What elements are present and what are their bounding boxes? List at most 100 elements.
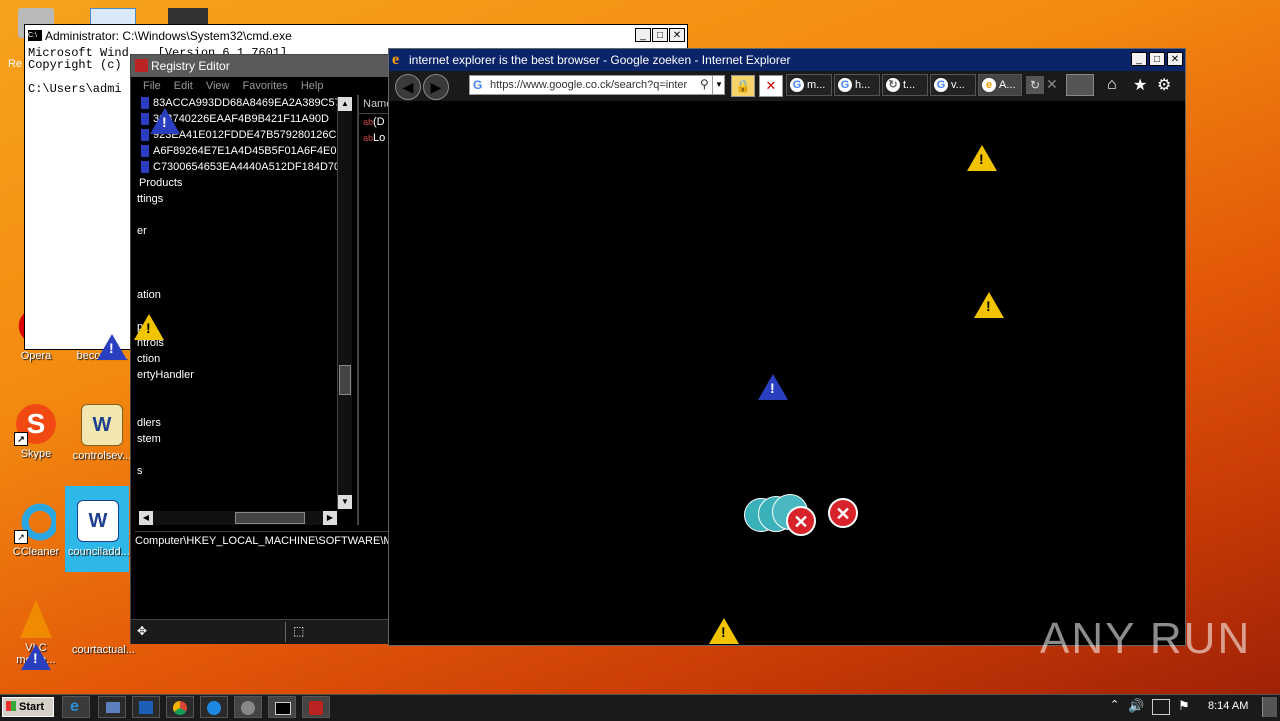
menu-view[interactable]: View — [206, 80, 230, 92]
address-text[interactable]: https://www.google.co.ck/search?q=inter — [490, 79, 698, 91]
tree-item[interactable] — [137, 207, 349, 223]
tree-item[interactable]: ntrols — [137, 335, 349, 351]
taskbar-app-button[interactable] — [200, 696, 228, 718]
tree-key[interactable]: A6F89264E7E1A4D45B5F01A6F4E08 — [137, 143, 349, 159]
scroll-right-button[interactable]: ▶ — [323, 511, 337, 525]
tree-item[interactable]: stem — [137, 431, 349, 447]
ie-content[interactable] — [389, 101, 1185, 645]
tree-item[interactable]: ttings — [137, 191, 349, 207]
desktop-icon-ccleaner[interactable]: ↗ CCleaner — [6, 502, 66, 558]
taskbar-ie-button[interactable]: e — [62, 696, 90, 718]
tree-key[interactable]: C7300654653EA4440A512DF184D70 — [137, 159, 349, 175]
tree-vertical-scrollbar[interactable]: ▲ ▼ — [337, 97, 352, 509]
desktop-icon-skype[interactable]: S ↗ Skype — [6, 404, 66, 460]
menu-favorites[interactable]: Favorites — [243, 80, 288, 92]
tree-item[interactable] — [137, 383, 349, 399]
show-desktop-button[interactable] — [1262, 697, 1277, 717]
browser-tab[interactable]: Gm... — [786, 74, 832, 96]
tree-item[interactable]: er — [137, 223, 349, 239]
home-icon[interactable]: ⌂ — [1107, 76, 1117, 94]
minimize-button[interactable]: _ — [635, 28, 651, 42]
tree-item[interactable] — [137, 271, 349, 287]
info-icon: ! — [758, 374, 788, 400]
taskbar-cmd-button[interactable] — [268, 696, 296, 718]
regedit-title: Registry Editor — [151, 59, 230, 73]
folder-icon — [106, 702, 120, 713]
cmd-titlebar[interactable]: C:\ Administrator: C:\Windows\System32\c… — [25, 25, 687, 47]
stop-button[interactable]: ✕ — [759, 75, 783, 97]
menu-edit[interactable]: Edit — [174, 80, 193, 92]
ie-titlebar[interactable]: e internet explorer is the best browser … — [389, 49, 1185, 71]
browser-tab-active[interactable]: e A... — [978, 74, 1022, 96]
taskbar-app-button[interactable] — [234, 696, 262, 718]
settings-gear-icon[interactable]: ⚙ — [1157, 75, 1171, 95]
new-tab-button[interactable] — [1066, 74, 1094, 96]
back-button[interactable]: ◀ — [395, 74, 421, 100]
volume-icon[interactable]: 🔊 — [1128, 698, 1144, 714]
browser-tab[interactable]: Gv... — [930, 74, 976, 96]
tree-item[interactable]: ation — [137, 287, 349, 303]
browser-tab[interactable]: Gh... — [834, 74, 880, 96]
maximize-button[interactable]: □ — [652, 28, 668, 42]
browser-tab[interactable]: ↻ t... — [882, 74, 928, 96]
close-button[interactable]: ✕ — [1167, 52, 1183, 66]
tree-item[interactable] — [137, 303, 349, 319]
cmd-icon — [275, 702, 291, 715]
ie-logo-icon: e — [392, 51, 400, 68]
taskbar-regedit-button[interactable] — [302, 696, 330, 718]
scroll-thumb[interactable] — [235, 512, 305, 524]
desktop-icon-label: Skype — [20, 448, 52, 460]
tree-item[interactable]: ction — [137, 351, 349, 367]
desktop-icon-counciladd[interactable]: W counciladd... — [68, 500, 130, 558]
lock-icon[interactable]: 🔒 — [731, 75, 755, 97]
tree-item[interactable] — [137, 255, 349, 271]
address-bar[interactable]: G https://www.google.co.ck/search?q=inte… — [469, 75, 725, 95]
scroll-down-button[interactable]: ▼ — [338, 495, 352, 509]
tree-horizontal-scrollbar[interactable]: ◀ ▶ — [139, 511, 337, 525]
registry-tree[interactable]: 83ACCA993DD68A8469EA2A389C57 30B740226EA… — [137, 95, 349, 509]
close-tab-icon[interactable]: ✕ — [1046, 76, 1058, 93]
scroll-thumb[interactable] — [339, 365, 351, 395]
favorites-star-icon[interactable]: ★ — [1133, 75, 1147, 95]
tray-expand-icon[interactable]: ⌃ — [1110, 698, 1119, 711]
forward-button[interactable]: ▶ — [423, 74, 449, 100]
menu-file[interactable]: File — [143, 80, 161, 92]
vlc-icon — [20, 600, 52, 638]
flag-icon[interactable]: ⚑ — [1178, 698, 1190, 714]
desktop-icon-courtactual[interactable]: courtactual... — [72, 600, 135, 656]
tree-item[interactable]: Products — [137, 175, 349, 191]
tree-item[interactable] — [137, 239, 349, 255]
registry-path-bar: Computer\HKEY_LOCAL_MACHINE\SOFTWARE\Mic… — [135, 531, 391, 550]
taskbar-chrome-button[interactable] — [166, 696, 194, 718]
scroll-left-button[interactable]: ◀ — [139, 511, 153, 525]
search-icon[interactable]: ⚲ — [700, 77, 709, 91]
tree-item[interactable]: put — [137, 319, 349, 335]
minimize-button[interactable]: _ — [1131, 52, 1147, 66]
maximize-button[interactable]: □ — [1149, 52, 1165, 66]
close-button[interactable]: ✕ — [669, 28, 685, 42]
tree-item[interactable] — [137, 399, 349, 415]
tree-item[interactable]: s — [137, 463, 349, 479]
desktop-icon-generic[interactable] — [168, 8, 208, 24]
tree-item[interactable] — [137, 447, 349, 463]
chrome-icon — [173, 701, 187, 715]
refresh-tab-icon[interactable]: ↻ — [1026, 76, 1044, 94]
menu-help[interactable]: Help — [301, 80, 324, 92]
tree-item[interactable]: dlers — [137, 415, 349, 431]
taskbar-explorer-button[interactable] — [98, 696, 126, 718]
desktop-icon-controlsev[interactable]: W controlsev... — [72, 404, 132, 462]
word-doc-icon: W — [81, 404, 123, 446]
desktop-icon-label: counciladd... — [68, 546, 130, 558]
start-button[interactable]: Start — [2, 697, 54, 717]
taskbar-media-button[interactable] — [132, 696, 160, 718]
network-icon[interactable] — [1152, 699, 1170, 715]
clock[interactable]: 8:14 AM — [1208, 700, 1248, 712]
address-dropdown-button[interactable]: ▼ — [712, 76, 725, 94]
scroll-up-button[interactable]: ▲ — [338, 97, 352, 111]
regedit-titlebar[interactable]: Registry Editor — [131, 55, 391, 77]
desktop-partial-label: Re — [8, 58, 23, 70]
ie-window[interactable]: e internet explorer is the best browser … — [388, 48, 1186, 646]
regedit-window[interactable]: Registry Editor File Edit View Favorites… — [130, 54, 393, 644]
tree-item[interactable]: ertyHandler — [137, 367, 349, 383]
ie-favicon-icon: e — [982, 78, 996, 92]
